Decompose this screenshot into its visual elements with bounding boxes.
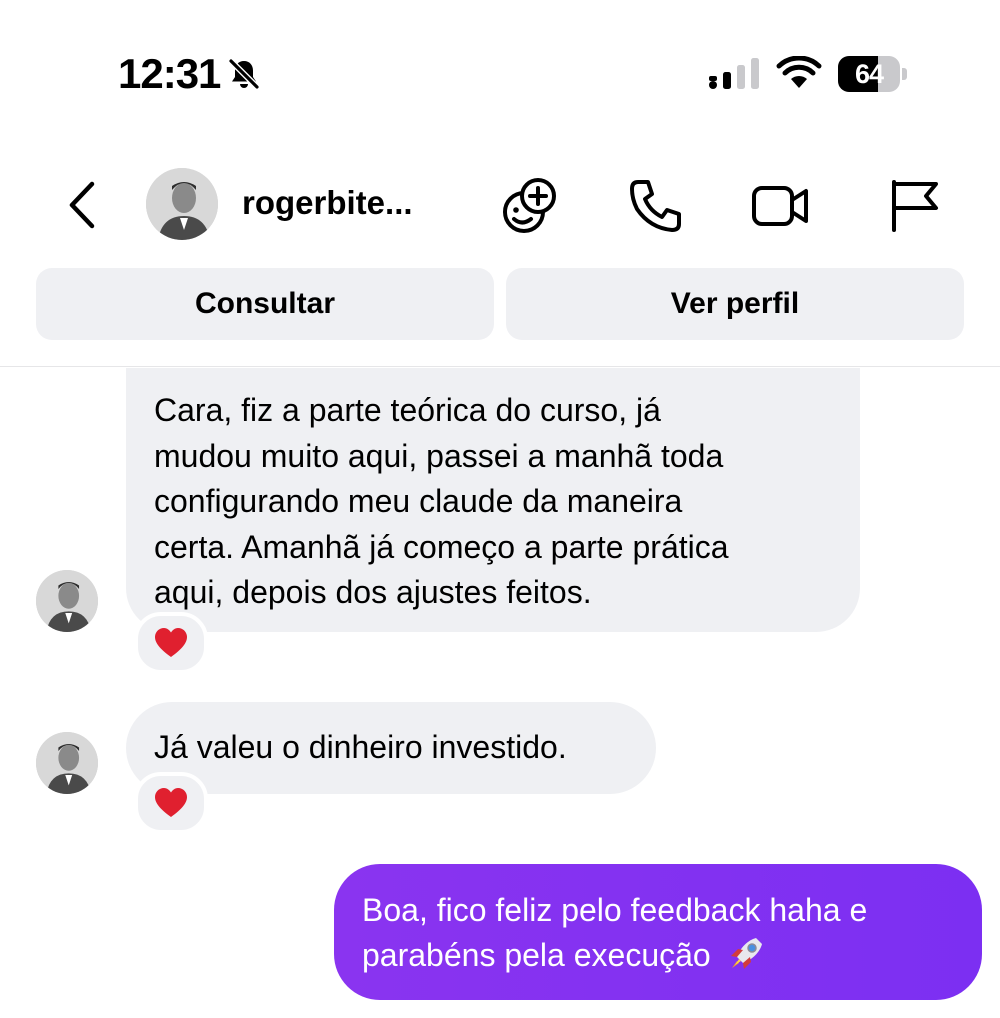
message-line: certa. Amanhã já começo a parte prática bbox=[154, 528, 729, 565]
battery-level: 64 bbox=[854, 59, 884, 89]
message-line: Boa, fico feliz pelo feedback haha e bbox=[362, 892, 868, 928]
wifi-icon bbox=[776, 56, 822, 88]
message-line-with-emoji: parabéns pela execução bbox=[362, 933, 954, 978]
message-line: Já valeu o dinheiro investido. bbox=[154, 729, 567, 765]
view-profile-button[interactable]: Ver perfil bbox=[506, 268, 964, 340]
video-camera-icon[interactable] bbox=[748, 174, 812, 238]
bell-slash-icon bbox=[228, 58, 260, 90]
phone-icon[interactable] bbox=[624, 174, 688, 238]
back-chevron-icon[interactable] bbox=[62, 180, 102, 230]
message-line: aqui, depois dos ajustes feitos. bbox=[154, 574, 592, 610]
effects-icon[interactable] bbox=[498, 174, 562, 238]
heart-reaction-icon[interactable] bbox=[134, 772, 208, 834]
header-divider bbox=[0, 366, 1000, 367]
incoming-message[interactable]: Já valeu o dinheiro investido. bbox=[126, 702, 656, 794]
flag-icon[interactable] bbox=[882, 174, 946, 238]
outgoing-message[interactable]: Boa, fico feliz pelo feedback haha e par… bbox=[334, 864, 982, 1000]
battery-icon: 64 bbox=[838, 56, 908, 92]
message-line: parabéns pela execução bbox=[362, 937, 711, 973]
message-line: mudou muito aqui, passei a manhã toda bbox=[154, 437, 724, 474]
message-line: configurando meu claude da maneira bbox=[154, 483, 683, 519]
consult-button[interactable]: Consultar bbox=[36, 268, 494, 340]
status-time: 12:31 bbox=[118, 50, 221, 97]
chat-username[interactable]: rogerbite... bbox=[242, 184, 413, 222]
rocket-icon bbox=[730, 938, 762, 969]
cellular-signal-icon bbox=[709, 58, 759, 89]
message-line: Cara, fiz a parte teórica do curso, já bbox=[154, 392, 661, 428]
avatar[interactable] bbox=[146, 168, 218, 240]
sender-avatar[interactable] bbox=[36, 732, 98, 794]
sender-avatar[interactable] bbox=[36, 570, 98, 632]
incoming-message[interactable]: Cara, fiz a parte teórica do curso, já m… bbox=[126, 368, 860, 632]
heart-reaction-icon[interactable] bbox=[134, 612, 208, 674]
